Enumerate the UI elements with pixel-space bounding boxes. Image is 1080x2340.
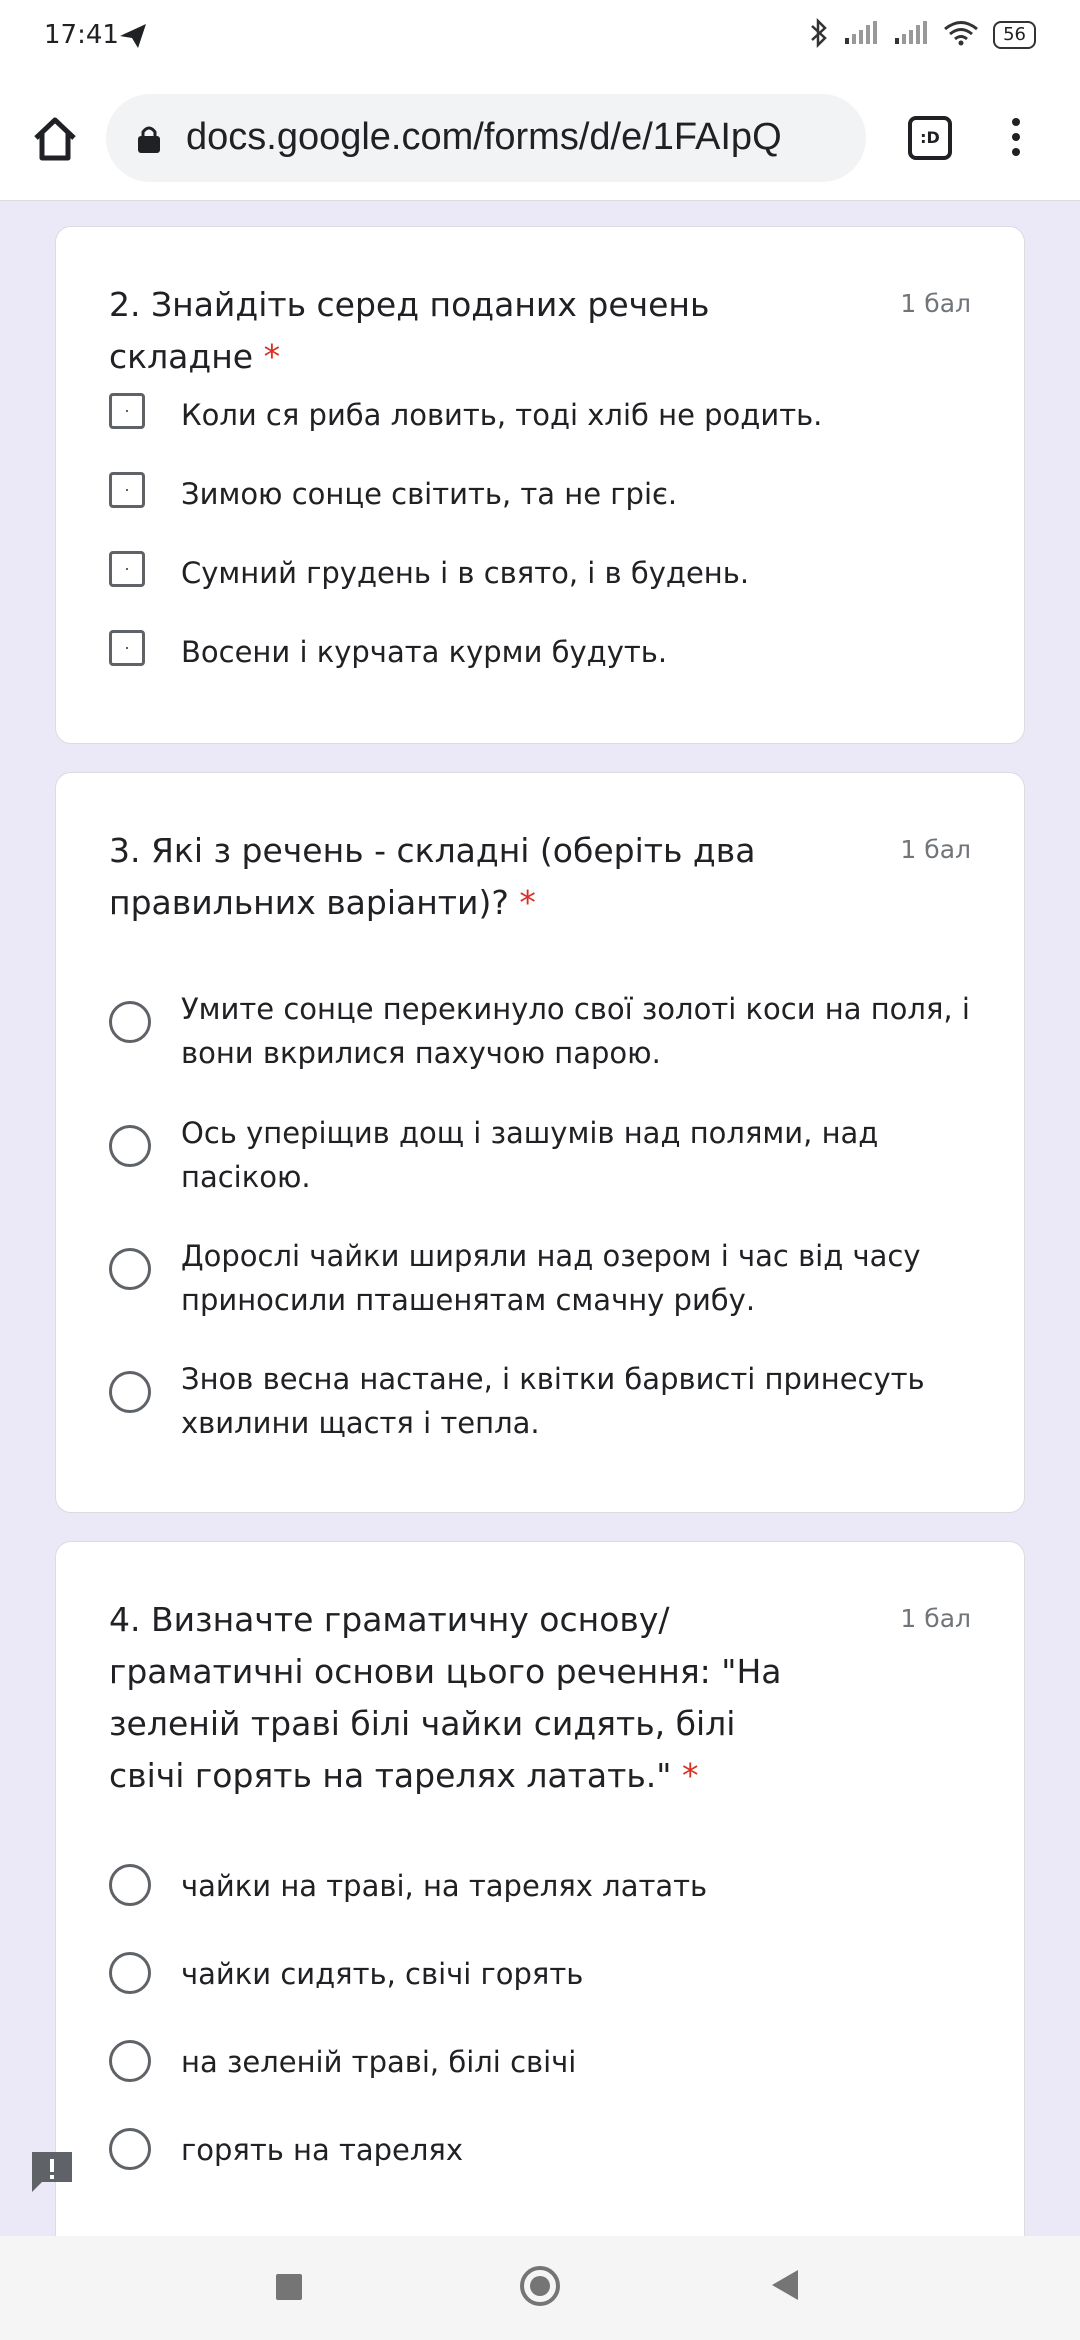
question-title: 2. Знайдіть серед поданих речень складне…	[109, 279, 809, 383]
radio-button[interactable]	[109, 2040, 151, 2082]
option-label: Умите сонце перекинуло свої золоті коси …	[181, 992, 970, 1070]
system-navigation-bar	[0, 2236, 1080, 2340]
url-text: docs.google.com/forms/d/e/1FAIpQ	[186, 116, 782, 158]
status-icons: 56	[809, 17, 1036, 52]
points-label: 1 бал	[900, 289, 971, 318]
points-label: 1 бал	[900, 835, 971, 864]
radio-button[interactable]	[109, 1001, 151, 1043]
menu-icon[interactable]	[1006, 114, 1026, 164]
status-bar: 17:41 56	[0, 0, 1080, 76]
wifi-icon	[943, 20, 979, 50]
option-label: на зеленій траві, білі свічі	[181, 2045, 577, 2079]
status-time: 17:41	[44, 20, 119, 50]
option-label: Коли ся риба ловить, тоді хліб не родить…	[181, 398, 823, 432]
radio-button[interactable]	[109, 1371, 151, 1413]
question-title: 3. Які з речень - складні (оберіть два п…	[109, 825, 809, 929]
nav-home-icon[interactable]	[520, 2266, 560, 2306]
address-bar[interactable]: docs.google.com/forms/d/e/1FAIpQ	[106, 94, 866, 182]
feedback-icon[interactable]	[28, 2148, 76, 2196]
question-title: 4. Визначте граматичну основу/граматичні…	[109, 1594, 809, 1802]
nav-back-icon[interactable]	[770, 2268, 800, 2306]
question-card-3: 3. Які з речень - складні (оберіть два п…	[55, 772, 1025, 1513]
radio-button[interactable]	[109, 1864, 151, 1906]
browser-toolbar: docs.google.com/forms/d/e/1FAIpQ :D	[0, 76, 1080, 201]
radio-button[interactable]	[109, 1125, 151, 1167]
option-label: Дорослі чайки ширяли над озером і час ві…	[181, 1239, 921, 1317]
radio-button[interactable]	[109, 2128, 151, 2170]
battery-indicator: 56	[993, 21, 1036, 49]
signal-icon	[843, 20, 879, 50]
required-mark: *	[519, 883, 536, 922]
option-label: горять на тарелях	[181, 2133, 464, 2167]
checkbox[interactable]	[109, 472, 145, 508]
checkbox[interactable]	[109, 551, 145, 587]
option-label: Зимою сонце світить, та не гріє.	[181, 477, 678, 511]
question-card-2: 2. Знайдіть серед поданих речень складне…	[55, 226, 1025, 744]
option-label: Ось уперіщив дощ і зашумів над полями, н…	[181, 1116, 879, 1194]
option-label: Сумний грудень і в свято, і в будень.	[181, 556, 750, 590]
tab-switcher-button[interactable]: :D	[908, 116, 952, 160]
lock-icon	[136, 124, 162, 158]
question-title-text: 3. Які з речень - складні (оберіть два п…	[109, 831, 756, 922]
required-mark: *	[263, 337, 281, 376]
radio-button[interactable]	[109, 1952, 151, 1994]
option-label: Восени і курчата курми будуть.	[181, 635, 668, 669]
question-title-text: 4. Визначте граматичну основу/граматичні…	[109, 1600, 782, 1795]
bluetooth-icon	[809, 17, 829, 52]
question-card-4: 4. Визначте граматичну основу/граматичні…	[55, 1541, 1025, 2301]
option-label: чайки на траві, на тарелях латать	[181, 1869, 708, 1903]
checkbox[interactable]	[109, 393, 145, 429]
option-label: чайки сидять, свічі горять	[181, 1957, 584, 1991]
home-icon[interactable]	[30, 114, 80, 164]
send-icon	[118, 22, 148, 54]
question-title-text: 2. Знайдіть серед поданих речень складне	[109, 285, 710, 376]
option-label: Знов весна настане, і квітки барвисті пр…	[181, 1362, 925, 1440]
required-mark: *	[681, 1756, 699, 1795]
radio-button[interactable]	[109, 1248, 151, 1290]
nav-recents-icon[interactable]	[276, 2274, 302, 2300]
points-label: 1 бал	[900, 1604, 971, 1633]
signal-icon-2	[893, 20, 929, 50]
checkbox[interactable]	[109, 630, 145, 666]
